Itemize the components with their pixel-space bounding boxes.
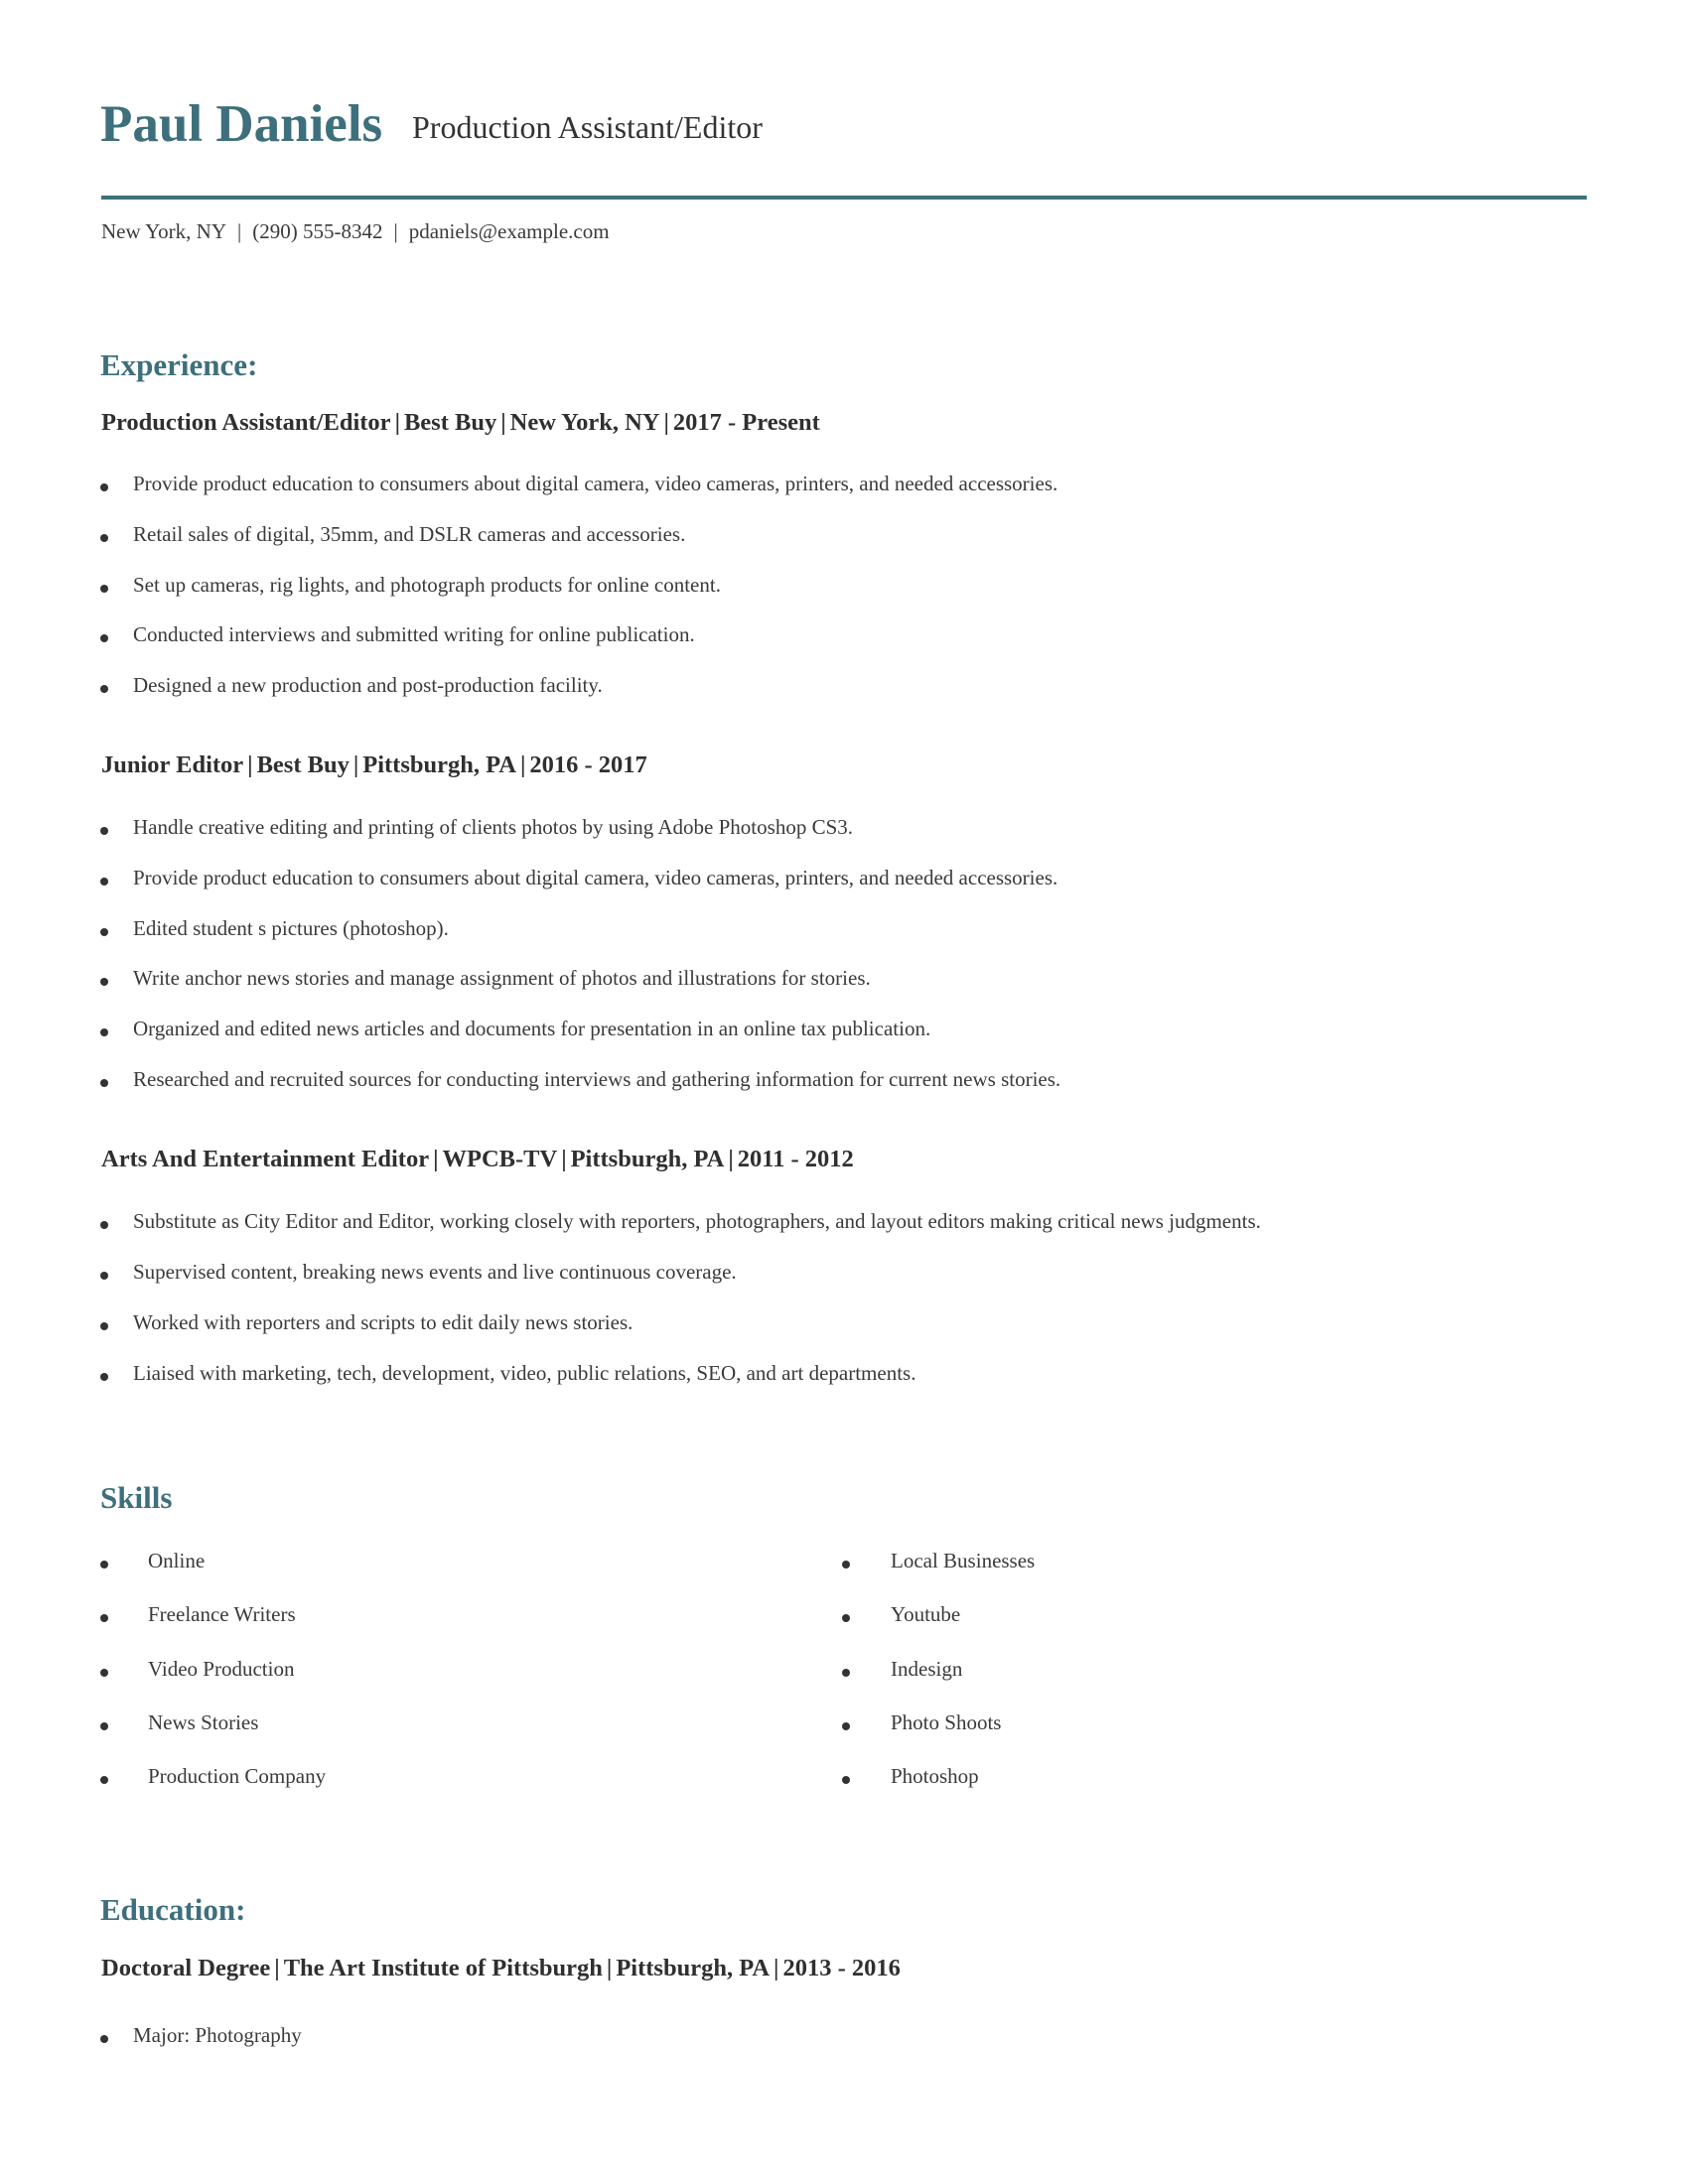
skills-heading: Skills <box>100 1480 173 1515</box>
entry-dates: 2017 - Present <box>672 409 820 436</box>
title-separator: | <box>433 1146 439 1172</box>
title-separator: | <box>606 1955 613 1981</box>
skill-item: Freelance Writers <box>148 1602 296 1627</box>
bullet-icon <box>100 2035 108 2043</box>
entry-company: Best Buy <box>256 751 350 778</box>
bullet-item: Major: Photography <box>133 2023 302 2047</box>
contact-phone: (290) 555-8342 <box>252 219 383 243</box>
header-divider <box>101 196 1587 200</box>
bullet-item: Write anchor news stories and manage ass… <box>133 966 871 991</box>
bullet-icon <box>842 1614 850 1623</box>
bullet-item: Retail sales of digital, 35mm, and DSLR … <box>133 521 686 546</box>
bullet-icon <box>100 1028 108 1037</box>
entry-role: Junior Editor <box>101 751 244 778</box>
skill-item: Online <box>148 1549 206 1572</box>
title-separator: | <box>728 1146 734 1172</box>
bullet-icon <box>100 1614 108 1623</box>
bullet-icon <box>100 584 108 593</box>
bullet-icon <box>100 978 108 987</box>
skill-item: Youtube <box>891 1602 961 1627</box>
bullet-item: Supervised content, breaking news events… <box>133 1260 737 1284</box>
bullet-icon <box>100 483 108 491</box>
bullet-icon <box>842 1561 850 1569</box>
skill-item: Video Production <box>148 1656 295 1681</box>
bullet-item: Edited student s pictures (photoshop). <box>133 915 449 940</box>
candidate-name: Paul Daniels <box>100 95 383 153</box>
contact-separator: | <box>393 219 398 243</box>
bullet-icon <box>100 1272 108 1280</box>
title-separator: | <box>274 1955 280 1981</box>
skill-item: Production Company <box>148 1764 327 1789</box>
entry-dates: 2011 - 2012 <box>737 1146 854 1172</box>
bullet-item: Handle creative editing and printing of … <box>133 815 854 839</box>
bullet-icon <box>100 1776 108 1785</box>
bullet-icon <box>842 1668 850 1677</box>
entry-title: Junior Editor | Best Buy | Pittsburgh, PA | 20… <box>101 750 647 781</box>
contact-line: New York, NY | (290) 555-8342 | pdaniels@exa… <box>101 217 610 245</box>
bullet-icon <box>100 634 108 643</box>
bullet-icon <box>842 1776 850 1785</box>
contact-location: New York, NY <box>101 219 227 243</box>
entry-company: Best Buy <box>403 409 497 436</box>
bullet-icon <box>100 685 108 694</box>
entry-company: WPCB-TV <box>442 1146 558 1172</box>
entry-dates: 2016 - 2017 <box>529 751 647 778</box>
bullet-icon <box>100 533 108 542</box>
entry-title: Doctoral Degree | The Art Institute of Pit… <box>101 1953 901 1984</box>
bullet-icon <box>842 1721 850 1730</box>
skill-item: News Stories <box>148 1709 259 1734</box>
title-separator: | <box>561 1146 567 1172</box>
entry-location: Pittsburgh, PA <box>570 1146 725 1172</box>
entry-title: Arts And Entertainment Editor | WPCB-TV | Pi… <box>101 1144 854 1175</box>
experience-heading: Experience: <box>100 347 258 382</box>
title-separator: | <box>352 751 359 778</box>
title-separator: | <box>519 751 526 778</box>
bullet-icon <box>100 1322 108 1330</box>
entry-degree: Doctoral Degree <box>101 1955 271 1981</box>
skill-item: Local Businesses <box>891 1549 1036 1572</box>
bullet-icon <box>100 1373 108 1381</box>
bullet-icon <box>100 827 108 835</box>
entry-location: Pittsburgh, PA <box>362 751 516 778</box>
entry-role: Arts And Entertainment Editor <box>101 1146 430 1172</box>
skill-item: Photo Shoots <box>891 1709 1002 1734</box>
skill-item: Photoshop <box>891 1764 979 1789</box>
bullet-item: Conducted interviews and submitted writi… <box>133 622 695 647</box>
entry-title: Production Assistant/Editor | Best Buy | New… <box>101 407 820 439</box>
bullet-icon <box>100 1561 108 1569</box>
title-separator: | <box>394 409 400 436</box>
skill-item: Indesign <box>891 1656 963 1681</box>
candidate-title: Production Assistant/Editor <box>412 109 763 145</box>
bullet-icon <box>100 927 108 936</box>
bullet-item: Worked with reporters and scripts to edi… <box>133 1310 633 1334</box>
bullet-item: Liaised with marketing, tech, developmen… <box>133 1361 916 1385</box>
bullet-icon <box>100 1668 108 1677</box>
title-separator: | <box>774 1955 779 1981</box>
bullet-icon <box>100 1721 108 1730</box>
bullet-item: Designed a new production and post-produ… <box>133 673 603 698</box>
bullet-item: Provide product education to consumers a… <box>133 472 1058 495</box>
bullet-item: Researched and recruited sources for con… <box>133 1067 1061 1091</box>
entry-location: Pittsburgh, PA <box>616 1955 771 1981</box>
title-separator: | <box>500 409 506 436</box>
entry-role: Production Assistant/Editor <box>101 409 391 436</box>
bullet-item: Substitute as City Editor and Editor, wo… <box>133 1209 1261 1233</box>
entry-location: New York, NY <box>509 409 660 436</box>
bullet-item: Provide product education to consumers a… <box>133 865 1058 889</box>
entry-school: The Art Institute of Pittsburgh <box>283 1955 603 1981</box>
contact-email[interactable]: pdaniels@example.com <box>409 219 610 243</box>
education-heading: Education: <box>100 1892 246 1927</box>
bullet-item: Set up cameras, rig lights, and photogra… <box>133 572 721 597</box>
contact-separator: | <box>237 219 242 243</box>
bullet-icon <box>100 877 108 886</box>
title-separator: | <box>663 409 669 436</box>
entry-dates: 2013 - 2016 <box>782 1955 901 1981</box>
bullet-item: Organized and edited news articles and d… <box>133 1017 931 1041</box>
title-separator: | <box>247 751 253 778</box>
bullet-icon <box>100 1079 108 1087</box>
bullet-icon <box>100 1221 108 1229</box>
